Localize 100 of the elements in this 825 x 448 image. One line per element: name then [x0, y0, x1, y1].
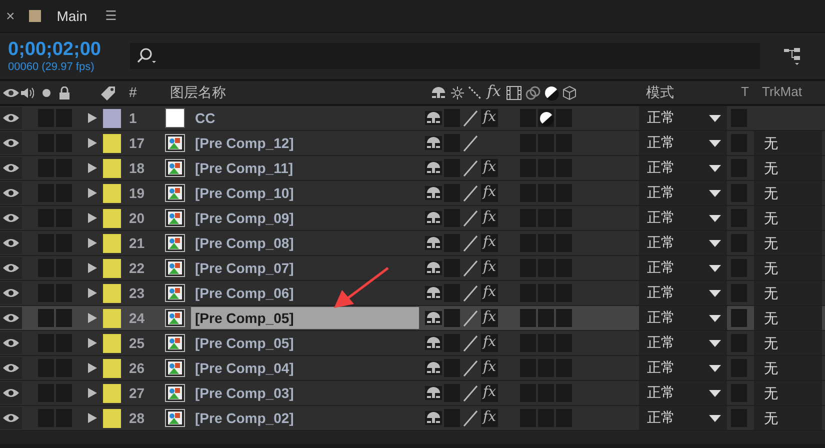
- shy-icon[interactable]: [425, 361, 442, 375]
- visibility-toggle[interactable]: [0, 157, 22, 179]
- visibility-toggle[interactable]: [0, 182, 22, 204]
- shy-icon[interactable]: [425, 286, 442, 300]
- close-icon[interactable]: ×: [6, 8, 15, 24]
- track-matte-dropdown[interactable]: 无: [754, 206, 822, 230]
- label-color-swatch[interactable]: [103, 384, 121, 402]
- mode-dropdown[interactable]: 正常: [639, 181, 727, 205]
- layer-row[interactable]: 23 [Pre Comp_06] fx 正常 无: [0, 281, 825, 306]
- label-color-swatch[interactable]: [103, 208, 121, 228]
- fx-switch[interactable]: fx: [481, 284, 498, 302]
- layer-row[interactable]: 20 [Pre Comp_09] fx 正常 无: [0, 206, 825, 231]
- visibility-toggle[interactable]: [0, 257, 22, 279]
- solo-toggle[interactable]: [38, 309, 54, 327]
- track-matte-dropdown[interactable]: 无: [754, 381, 822, 405]
- fx-switch[interactable]: fx: [481, 159, 498, 177]
- label-color-swatch[interactable]: [103, 234, 121, 252]
- mode-dropdown[interactable]: 正常: [639, 381, 727, 405]
- visibility-toggle[interactable]: [0, 382, 22, 404]
- fx-switch[interactable]: fx: [481, 209, 498, 227]
- shy-icon[interactable]: [425, 386, 442, 400]
- expand-arrow-icon[interactable]: [88, 338, 97, 348]
- fx-switch[interactable]: fx: [481, 409, 498, 427]
- visibility-toggle[interactable]: [0, 282, 22, 304]
- layer-row[interactable]: 27 [Pre Comp_03] fx 正常 无: [0, 381, 825, 406]
- quality-slash-icon[interactable]: [462, 160, 479, 176]
- mode-dropdown[interactable]: 正常: [639, 356, 727, 380]
- visibility-toggle[interactable]: [0, 107, 22, 129]
- expand-arrow-icon[interactable]: [88, 163, 97, 173]
- label-color-swatch[interactable]: [103, 334, 121, 352]
- mode-dropdown[interactable]: 正常: [639, 131, 727, 155]
- label-color-swatch[interactable]: [103, 258, 121, 278]
- visibility-toggle[interactable]: [0, 357, 22, 379]
- mode-dropdown[interactable]: 正常: [639, 231, 727, 255]
- fx-switch[interactable]: fx: [481, 109, 498, 127]
- expand-arrow-icon[interactable]: [88, 263, 97, 273]
- quality-slash-icon[interactable]: [462, 210, 479, 226]
- expand-arrow-icon[interactable]: [88, 363, 97, 373]
- label-color-swatch[interactable]: [103, 408, 121, 428]
- fx-switch[interactable]: fx: [481, 234, 498, 252]
- mode-dropdown[interactable]: 正常: [639, 306, 727, 330]
- quality-slash-icon[interactable]: [462, 334, 479, 352]
- fx-switch[interactable]: fx: [481, 309, 498, 327]
- layer-row[interactable]: 18 [Pre Comp_11] fx 正常 无: [0, 156, 825, 181]
- expand-arrow-icon[interactable]: [88, 213, 97, 223]
- layer-row[interactable]: 26 [Pre Comp_04] fx 正常 无: [0, 356, 825, 381]
- quality-slash-icon[interactable]: [462, 260, 479, 276]
- shy-icon[interactable]: [425, 336, 442, 350]
- quality-slash-icon[interactable]: [462, 384, 479, 402]
- quality-slash-icon[interactable]: [462, 310, 479, 326]
- search-field[interactable]: [130, 43, 760, 69]
- layer-row[interactable]: 22 [Pre Comp_07] fx 正常 无: [0, 256, 825, 281]
- menu-icon[interactable]: ☰: [105, 8, 117, 24]
- label-color-swatch[interactable]: [103, 184, 121, 202]
- visibility-toggle[interactable]: [0, 207, 22, 229]
- switch-toggle[interactable]: [556, 309, 572, 327]
- visibility-toggle[interactable]: [0, 132, 22, 154]
- layer-row[interactable]: 21 [Pre Comp_08] fx 正常 无: [0, 231, 825, 256]
- shy-icon[interactable]: [425, 311, 442, 325]
- quality-slash-icon[interactable]: [462, 284, 479, 302]
- mode-dropdown[interactable]: 正常: [639, 106, 727, 130]
- track-matte-dropdown[interactable]: 无: [754, 156, 822, 180]
- label-color-swatch[interactable]: [103, 358, 121, 378]
- timecode[interactable]: 0;00;02;00: [8, 39, 130, 61]
- mode-dropdown[interactable]: 正常: [639, 156, 727, 180]
- expand-arrow-icon[interactable]: [88, 113, 97, 123]
- quality-slash-icon[interactable]: [462, 134, 479, 152]
- quality-slash-icon[interactable]: [462, 184, 479, 202]
- name-input-field[interactable]: [Pre Comp_05]: [191, 307, 419, 329]
- layer-row[interactable]: 19 [Pre Comp_10] fx 正常 无: [0, 181, 825, 206]
- track-matte-dropdown[interactable]: 无: [754, 306, 822, 330]
- track-matte-dropdown[interactable]: 无: [754, 181, 822, 205]
- shy-icon[interactable]: [425, 236, 442, 250]
- layer-row[interactable]: 25 [Pre Comp_05] fx 正常 无: [0, 331, 825, 356]
- layer-row[interactable]: 1 CC fx 正常: [0, 106, 825, 131]
- fx-switch[interactable]: fx: [481, 359, 498, 377]
- label-color-swatch[interactable]: [103, 284, 121, 302]
- mode-dropdown[interactable]: 正常: [639, 206, 727, 230]
- fx-switch[interactable]: fx: [481, 259, 498, 277]
- column-header[interactable]: 图层名称: [170, 84, 226, 102]
- visibility-toggle[interactable]: [0, 407, 22, 429]
- selected-layer-row[interactable]: 24 [Pre Comp_05] fx 正常 无: [0, 306, 825, 331]
- switch-toggle[interactable]: [538, 309, 554, 327]
- expand-arrow-icon[interactable]: [88, 288, 97, 298]
- shy-icon[interactable]: [425, 186, 442, 200]
- expand-arrow-icon[interactable]: [88, 388, 97, 398]
- mode-dropdown[interactable]: 正常: [639, 281, 727, 305]
- shy-icon[interactable]: [425, 261, 442, 275]
- shy-icon[interactable]: [425, 411, 442, 425]
- expand-arrow-icon[interactable]: [88, 138, 97, 148]
- quality-slash-icon[interactable]: [462, 410, 479, 426]
- track-matte-dropdown[interactable]: 无: [754, 356, 822, 380]
- track-matte-dropdown[interactable]: 无: [754, 131, 822, 155]
- quality-slash-icon[interactable]: [462, 234, 479, 252]
- label-color-swatch[interactable]: [103, 308, 121, 328]
- track-matte-dropdown[interactable]: 无: [754, 406, 822, 430]
- expand-arrow-icon[interactable]: [88, 313, 97, 323]
- layer-row[interactable]: 28 [Pre Comp_02] fx 正常 无: [0, 406, 825, 431]
- lock-toggle[interactable]: [56, 309, 72, 327]
- label-color-swatch[interactable]: [103, 134, 121, 152]
